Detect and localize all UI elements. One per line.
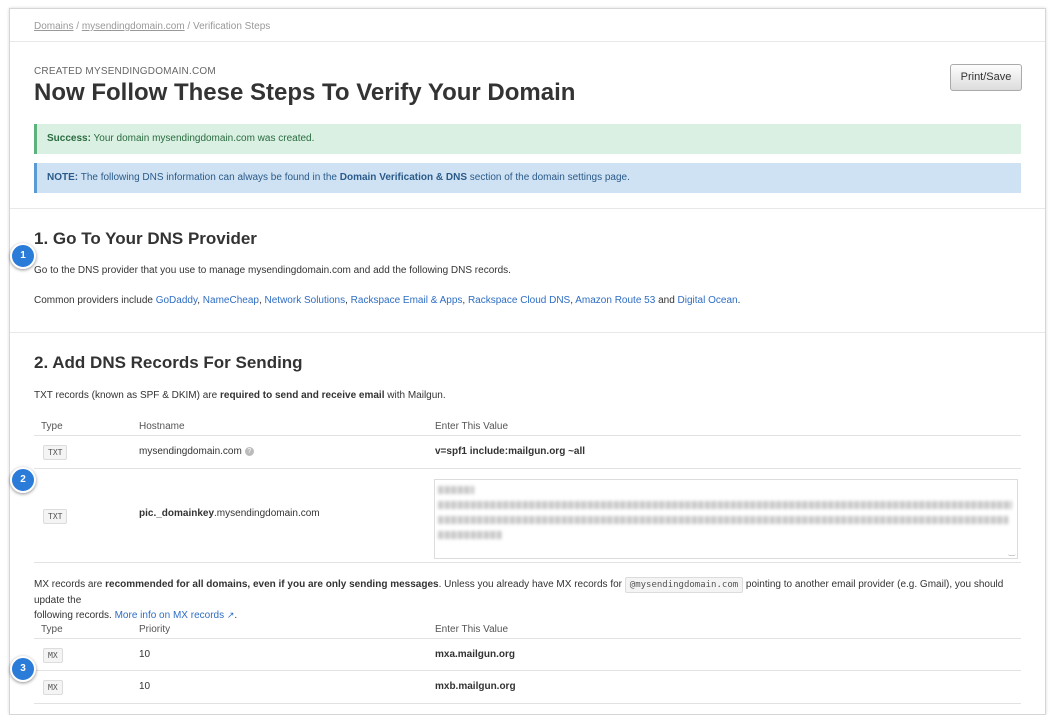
- record-type-tag: MX: [43, 648, 63, 663]
- table-divider: [34, 468, 1021, 469]
- success-label: Success:: [47, 133, 91, 144]
- providers-suffix: .: [737, 295, 741, 306]
- column-header-type: Type: [41, 421, 63, 432]
- column-header-hostname: Hostname: [139, 421, 185, 432]
- breadcrumb-separator: /: [184, 21, 193, 32]
- page-title: Now Follow These Steps To Verify Your Do…: [34, 79, 576, 106]
- intro-emphasis: recommended for all domains, even if you…: [105, 579, 439, 590]
- provider-link-namecheap[interactable]: NameCheap: [203, 295, 259, 306]
- note-text: The following DNS information can always…: [78, 172, 340, 183]
- table-cell-hostname: mysendingdomain.com?: [139, 446, 254, 457]
- table-divider: [34, 670, 1021, 671]
- column-header-value: Enter This Value: [435, 624, 509, 635]
- table-cell-hostname: pic._domainkey.mysendingdomain.com: [139, 508, 320, 519]
- column-header-value: Enter This Value: [435, 421, 509, 432]
- provider-link-rackspace-dns[interactable]: Rackspace Cloud DNS: [468, 295, 570, 306]
- note-label: NOTE:: [47, 172, 79, 183]
- provider-link-godaddy[interactable]: GoDaddy: [156, 295, 198, 306]
- intro-text: with Mailgun.: [384, 390, 446, 401]
- intro-text: following records.: [34, 610, 115, 621]
- browser-frame: Domains / mysendingdomain.com / Verifica…: [9, 8, 1046, 715]
- breadcrumb: Domains / mysendingdomain.com / Verifica…: [34, 21, 270, 32]
- table-cell-priority: 10: [139, 681, 151, 692]
- table-divider: [34, 435, 1021, 436]
- breadcrumb-domain-link[interactable]: mysendingdomain.com: [82, 21, 185, 32]
- step-badge-2: 2: [10, 467, 36, 493]
- mx-info-link-text: More info on MX records: [114, 610, 225, 621]
- providers-prefix: Common providers include: [34, 295, 156, 306]
- intro-text: MX records are: [34, 579, 106, 590]
- step-badge-1: 1: [10, 243, 36, 269]
- txt-records-intro: TXT records (known as SPF & DKIM) are re…: [34, 390, 446, 401]
- intro-text: .: [234, 610, 238, 621]
- provider-link-network-solutions[interactable]: Network Solutions: [265, 295, 346, 306]
- success-text: Your domain mysendingdomain.com was crea…: [90, 133, 315, 144]
- record-type-tag: MX: [43, 680, 63, 695]
- breadcrumb-separator: /: [73, 21, 82, 32]
- table-cell-priority: 10: [139, 649, 151, 660]
- redacted-text: [438, 501, 1012, 509]
- note-text: section of the domain settings page.: [467, 172, 630, 183]
- hostname-text: mysendingdomain.com: [139, 446, 242, 457]
- providers-separator: and: [655, 295, 678, 306]
- record-type-tag: TXT: [43, 509, 68, 524]
- hostname-prefix: pic._domainkey: [139, 508, 215, 519]
- step1-heading: 1. Go To Your DNS Provider: [34, 229, 257, 248]
- divider: [10, 41, 1045, 42]
- table-divider: [34, 703, 1021, 704]
- provider-link-rackspace-email[interactable]: Rackspace Email & Apps: [351, 295, 463, 306]
- resize-handle-icon[interactable]: ‿: [1009, 547, 1015, 556]
- step2-heading: 2. Add DNS Records For Sending: [34, 353, 303, 372]
- breadcrumb-current: Verification Steps: [192, 21, 271, 32]
- dkim-value-textarea[interactable]: ‿: [434, 479, 1018, 559]
- provider-link-route53[interactable]: Amazon Route 53: [575, 295, 655, 306]
- page-subtitle: CREATED MYSENDINGDOMAIN.COM: [34, 66, 216, 77]
- redacted-text: [438, 531, 502, 539]
- hostname-rest: .mysendingdomain.com: [214, 508, 320, 519]
- table-cell-value[interactable]: v=spf1 include:mailgun.org ~all: [435, 446, 585, 457]
- table-cell-value[interactable]: mxb.mailgun.org: [435, 681, 516, 692]
- intro-emphasis: required to send and receive email: [219, 390, 385, 401]
- help-icon[interactable]: ?: [244, 446, 254, 456]
- step-badge-3: 3: [10, 656, 36, 682]
- table-divider: [34, 562, 1021, 563]
- print-save-button[interactable]: Print/Save: [950, 64, 1022, 91]
- note-section-name: Domain Verification & DNS: [339, 172, 467, 183]
- domain-code: @mysendingdomain.com: [624, 577, 744, 593]
- redacted-text: [438, 516, 1008, 524]
- mx-records-intro: MX records are recommended for all domai…: [34, 577, 1024, 623]
- table-divider: [34, 638, 1021, 639]
- success-alert: Success: Your domain mysendingdomain.com…: [34, 124, 1021, 154]
- breadcrumb-domains-link[interactable]: Domains: [34, 21, 73, 32]
- record-type-tag: TXT: [43, 445, 68, 460]
- note-alert: NOTE: The following DNS information can …: [34, 163, 1021, 193]
- mx-info-link[interactable]: More info on MX records ↗: [115, 610, 235, 621]
- providers-line: Common providers include GoDaddy, NameCh…: [34, 295, 740, 306]
- intro-text: . Unless you already have MX records for: [438, 579, 625, 590]
- intro-text: TXT records (known as SPF & DKIM) are: [34, 390, 220, 401]
- provider-link-digital-ocean[interactable]: Digital Ocean: [678, 295, 738, 306]
- column-header-type: Type: [41, 624, 63, 635]
- divider: [10, 332, 1045, 333]
- table-cell-value[interactable]: mxa.mailgun.org: [435, 649, 515, 660]
- redacted-text: [438, 486, 474, 494]
- column-header-priority: Priority: [139, 624, 171, 635]
- step1-intro: Go to the DNS provider that you use to m…: [34, 265, 511, 276]
- divider: [10, 208, 1045, 209]
